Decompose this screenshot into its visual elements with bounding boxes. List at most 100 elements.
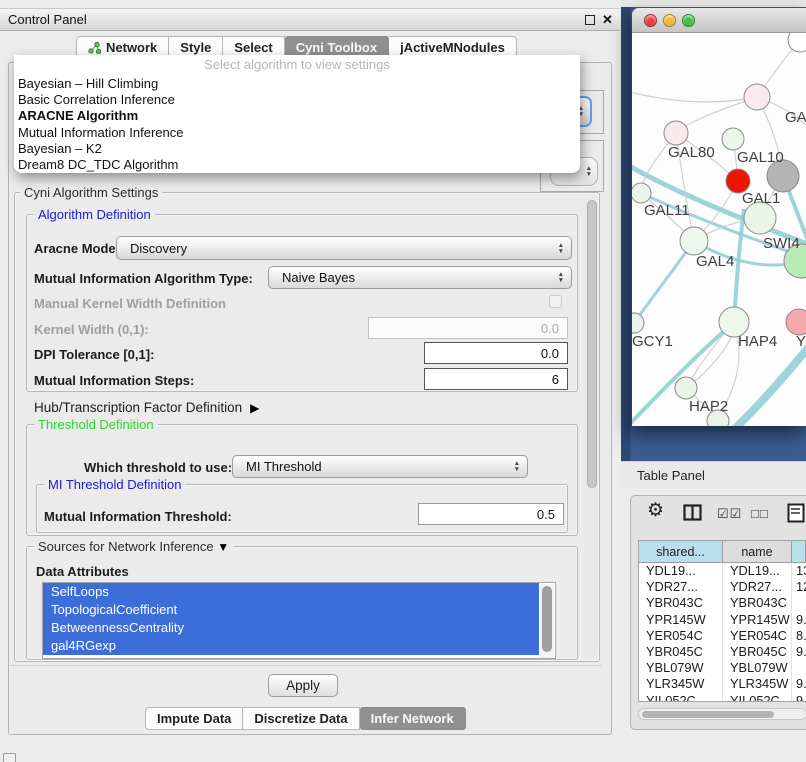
control-panel-titlebar: Control Panel ✕ bbox=[0, 8, 620, 31]
network-node-label: GAL bbox=[785, 109, 806, 126]
settings-group-title: Cyni Algorithm Settings bbox=[20, 185, 162, 200]
table-row[interactable]: YER054CYER054C8. bbox=[639, 628, 806, 644]
scrollbar-thumb[interactable] bbox=[642, 711, 774, 718]
network-canvas[interactable]: GALGAL80GAL10GAL1GAL11GAL4SWI4GCY1HAP4YH… bbox=[632, 33, 806, 426]
table-row[interactable]: YBR045CYBR045C9. bbox=[639, 644, 806, 660]
table-cell: YIL052C bbox=[723, 693, 792, 703]
column-header-shared-name[interactable]: shared... bbox=[639, 541, 723, 562]
table-row[interactable]: YIL052CYIL052C9 bbox=[639, 693, 806, 703]
network-icon bbox=[88, 41, 101, 54]
network-edge bbox=[730, 338, 806, 426]
tab-label: Infer Network bbox=[371, 708, 454, 729]
collapse-arrow-icon[interactable]: ▼ bbox=[217, 540, 229, 554]
table-horizontal-scrollbar[interactable] bbox=[638, 708, 806, 720]
algorithm-prompt: Select algorithm to view settings bbox=[14, 55, 580, 76]
network-window-titlebar[interactable] bbox=[632, 8, 806, 33]
algorithm-option[interactable]: ARACNE Algorithm bbox=[14, 108, 580, 124]
mi-algorithm-type-label: Mutual Information Algorithm Type: bbox=[34, 271, 253, 286]
table-cell: 8. bbox=[792, 628, 806, 644]
algorithm-option[interactable]: Bayesian – Hill Climbing bbox=[14, 76, 580, 92]
list-scrollbar[interactable] bbox=[540, 584, 554, 658]
attribute-item-selected[interactable]: BetweennessCentrality bbox=[43, 619, 539, 637]
table-rows: YDL19...YDL19...13YDR27...YDR27...12YBR0… bbox=[639, 563, 806, 702]
table-row[interactable]: YDL19...YDL19...13 bbox=[639, 563, 806, 579]
attribute-item-selected[interactable]: SelfLoops bbox=[43, 583, 539, 601]
table-row[interactable]: YPR145WYPR145W9. bbox=[639, 612, 806, 628]
table-row[interactable]: YDR27...YDR27...12 bbox=[639, 579, 806, 595]
algorithm-option-list: Bayesian – Hill ClimbingBasic Correlatio… bbox=[14, 76, 580, 173]
mi-threshold-definition-title: MI Threshold Definition bbox=[44, 477, 185, 492]
network-node[interactable] bbox=[675, 377, 697, 399]
hub-transcription-factor-expander[interactable]: Hub/Transcription Factor Definition ▶ bbox=[34, 400, 259, 415]
column-header-name[interactable]: name bbox=[723, 541, 792, 562]
scrollbar-thumb[interactable] bbox=[587, 200, 597, 488]
table-row[interactable]: YBL079WYBL079W bbox=[639, 660, 806, 676]
network-node[interactable] bbox=[632, 183, 651, 203]
kernel-width-label: Kernel Width (0,1): bbox=[34, 322, 149, 337]
unchecked-pair-icon[interactable]: □□ bbox=[751, 506, 769, 521]
node-table[interactable]: shared... name YDL19...YDL19...13YDR27..… bbox=[638, 540, 806, 702]
table-row[interactable]: YBR043CYBR043C bbox=[639, 595, 806, 611]
zoom-light-icon[interactable] bbox=[682, 14, 695, 27]
network-node[interactable] bbox=[722, 128, 744, 150]
network-edge bbox=[734, 209, 744, 322]
traffic-lights bbox=[644, 14, 695, 27]
dpi-tolerance-field[interactable] bbox=[424, 342, 568, 364]
network-node-label: HAP4 bbox=[738, 333, 777, 350]
mi-threshold-field[interactable] bbox=[418, 503, 564, 525]
mi-steps-field[interactable] bbox=[424, 368, 568, 390]
tab-label: Impute Data bbox=[157, 708, 231, 729]
expand-arrow-icon[interactable]: ▶ bbox=[250, 401, 259, 415]
which-threshold-label: Which threshold to use: bbox=[84, 460, 232, 475]
table-cell: YLR345W bbox=[639, 676, 723, 692]
network-node[interactable] bbox=[744, 84, 770, 110]
close-light-icon[interactable] bbox=[644, 14, 657, 27]
spinner-icon: ▲▼ bbox=[558, 243, 564, 254]
algorithm-option[interactable]: Basic Correlation Inference bbox=[14, 92, 580, 108]
network-node-label: GAL80 bbox=[668, 144, 715, 161]
table-cell: YBL079W bbox=[639, 660, 723, 676]
network-node[interactable] bbox=[664, 121, 688, 145]
kernel-width-field[interactable] bbox=[368, 317, 568, 339]
minimize-light-icon[interactable] bbox=[663, 14, 676, 27]
network-node[interactable] bbox=[786, 309, 806, 335]
data-attributes-list[interactable]: SelfLoopsTopologicalCoefficientBetweenne… bbox=[42, 582, 556, 659]
tab-impute-data[interactable]: Impute Data bbox=[145, 707, 243, 730]
gear-icon[interactable]: ⚙ bbox=[647, 501, 664, 520]
float-window-icon[interactable] bbox=[585, 15, 595, 25]
algorithm-option[interactable]: Bayesian – K2 bbox=[14, 141, 580, 157]
selected-value: Naive Bayes bbox=[282, 270, 355, 285]
data-attributes-label: Data Attributes bbox=[36, 564, 129, 579]
apply-button[interactable]: Apply bbox=[268, 674, 338, 697]
table-cell: YPR145W bbox=[723, 612, 792, 628]
table-cell: YDR27... bbox=[723, 579, 792, 595]
which-threshold-select[interactable]: MI Threshold ▲▼ bbox=[232, 455, 528, 478]
threshold-definition-title: Threshold Definition bbox=[34, 417, 158, 432]
mi-algorithm-type-select[interactable]: Naive Bayes ▲▼ bbox=[268, 266, 572, 289]
network-node[interactable] bbox=[788, 33, 806, 52]
columns-icon[interactable] bbox=[683, 504, 702, 521]
tab-infer-network[interactable]: Infer Network bbox=[360, 707, 466, 730]
table-panel-title: Table Panel bbox=[637, 468, 705, 483]
document-icon[interactable] bbox=[787, 503, 806, 523]
algorithm-option[interactable]: Dream8 DC_TDC Algorithm bbox=[14, 157, 580, 173]
network-node-label: GAL4 bbox=[696, 253, 734, 270]
scrollbar-thumb[interactable] bbox=[542, 586, 552, 652]
attribute-item-selected[interactable]: TopologicalCoefficient bbox=[43, 601, 539, 619]
manual-kernel-width-checkbox[interactable] bbox=[549, 295, 562, 308]
tab-discretize-data[interactable]: Discretize Data bbox=[243, 707, 359, 730]
network-node[interactable] bbox=[632, 313, 644, 333]
close-window-icon[interactable]: ✕ bbox=[602, 12, 613, 28]
table-cell: 9. bbox=[792, 612, 806, 628]
network-view-window[interactable]: GALGAL80GAL10GAL1GAL11GAL4SWI4GCY1HAP4YH… bbox=[632, 8, 806, 426]
checked-pair-icon[interactable]: ☑☑ bbox=[717, 506, 742, 522]
collapsed-panel-button[interactable] bbox=[3, 753, 16, 762]
column-header-clipped[interactable] bbox=[792, 541, 806, 562]
table-row[interactable]: YLR345WYLR345W9. bbox=[639, 676, 806, 692]
mi-steps-label: Mutual Information Steps: bbox=[34, 373, 194, 388]
aracne-mode-select[interactable]: Discovery ▲▼ bbox=[116, 236, 572, 260]
algorithm-option[interactable]: Mutual Information Inference bbox=[14, 125, 580, 141]
tab-label: Discretize Data bbox=[254, 708, 347, 729]
attribute-item-selected[interactable]: gal4RGexp bbox=[43, 637, 539, 655]
network-node[interactable] bbox=[680, 227, 708, 255]
